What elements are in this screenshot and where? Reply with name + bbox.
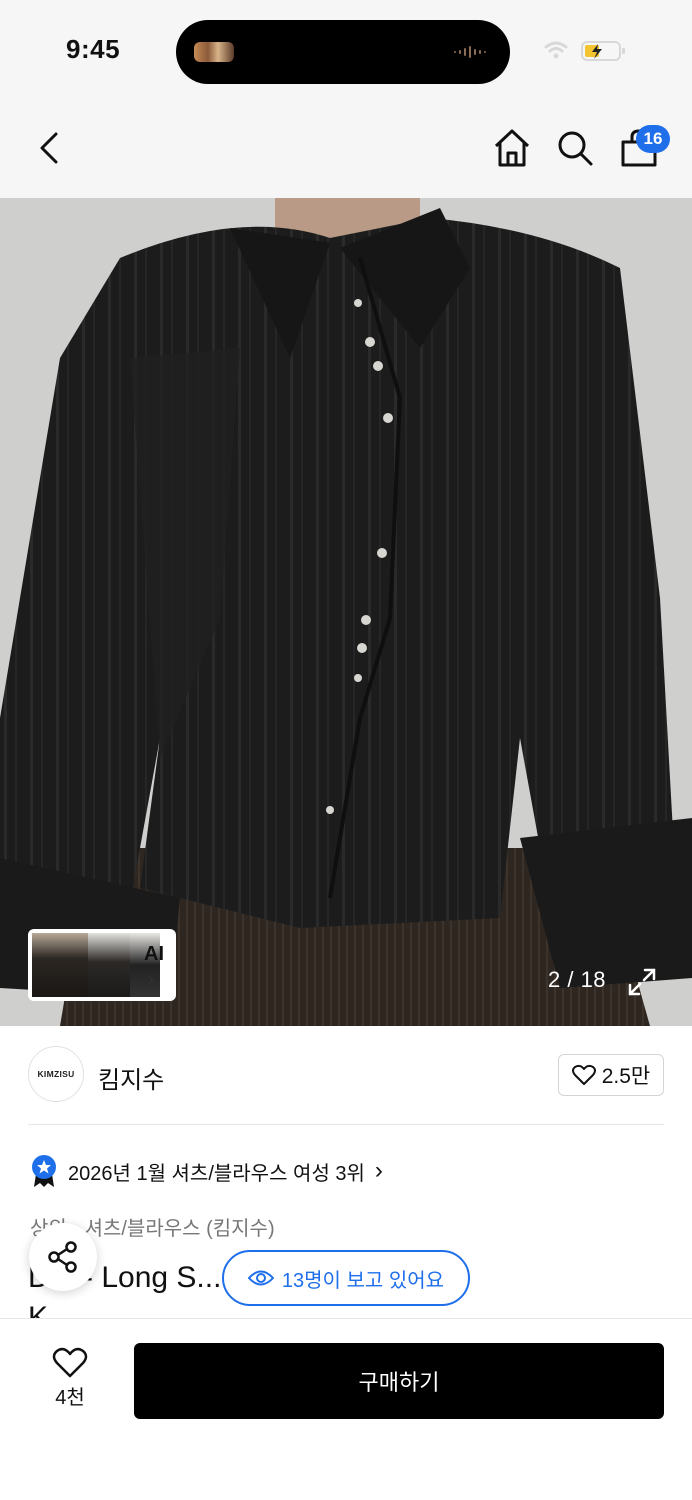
buy-button[interactable]: 구매하기 (134, 1343, 664, 1419)
search-icon (558, 131, 593, 166)
brand-logo[interactable]: KIMZISU (28, 1046, 84, 1102)
battery-icon (581, 41, 625, 61)
status-time: 9:45 (66, 34, 121, 64)
ranking-badge-icon (32, 1155, 56, 1187)
image-page-indicator: 2 / 18 (548, 967, 607, 992)
status-bar: 9:45 (0, 0, 692, 98)
product-title-continued: K (28, 1301, 49, 1318)
now-playing-artwork (194, 42, 234, 62)
divider (28, 1124, 664, 1125)
brand-like-button[interactable]: 2.5만 (558, 1054, 664, 1096)
wishlist-count: 4천 (55, 1387, 85, 1409)
viewers-count-pill: 13명이 보고 있어요 (222, 1250, 470, 1306)
product-image-gallery[interactable] (0, 198, 692, 1026)
heart-icon (52, 1347, 88, 1378)
brand-like-count: 2.5만 (601, 1065, 651, 1088)
top-navigation (0, 98, 692, 198)
share-icon (48, 1241, 77, 1273)
ai-thumbnail-strip[interactable]: AI › (28, 929, 176, 1001)
home-icon (494, 129, 530, 167)
thumbnail-image (32, 933, 88, 997)
audio-wave-icon (454, 46, 486, 58)
eye-icon (247, 1270, 274, 1286)
wishlist-button[interactable]: 4천 (40, 1347, 100, 1411)
brand-row: KIMZISU 킴지수 2.5만 (0, 1026, 692, 1126)
brand-name[interactable]: 킴지수 (98, 1060, 164, 1095)
product-photo (0, 198, 692, 1026)
viewers-text: 13명이 보고 있어요 (281, 1269, 445, 1292)
back-button[interactable] (28, 126, 72, 170)
dynamic-island[interactable] (176, 20, 510, 84)
cart-count-badge: 16 (636, 125, 670, 153)
ranking-text: 2026년 1월 셔츠/블라우스 여성 3위 (68, 1162, 365, 1185)
share-button[interactable] (29, 1223, 97, 1291)
heart-icon (571, 1064, 596, 1085)
status-icons (544, 41, 625, 61)
chevron-left-icon (40, 132, 58, 164)
home-button[interactable] (490, 126, 534, 170)
chevron-right-icon: › (374, 1157, 383, 1184)
thumbnail-image (88, 933, 130, 997)
wifi-icon (544, 41, 568, 53)
ai-label: AI (144, 943, 164, 965)
ranking-link[interactable]: 2026년 1월 셔츠/블라우스 여성 3위 › (30, 1154, 383, 1188)
bottom-action-bar: 4천 구매하기 (0, 1318, 692, 1500)
search-button[interactable] (553, 126, 597, 170)
chevron-right-icon: › (148, 969, 154, 989)
expand-icon[interactable] (626, 966, 658, 998)
